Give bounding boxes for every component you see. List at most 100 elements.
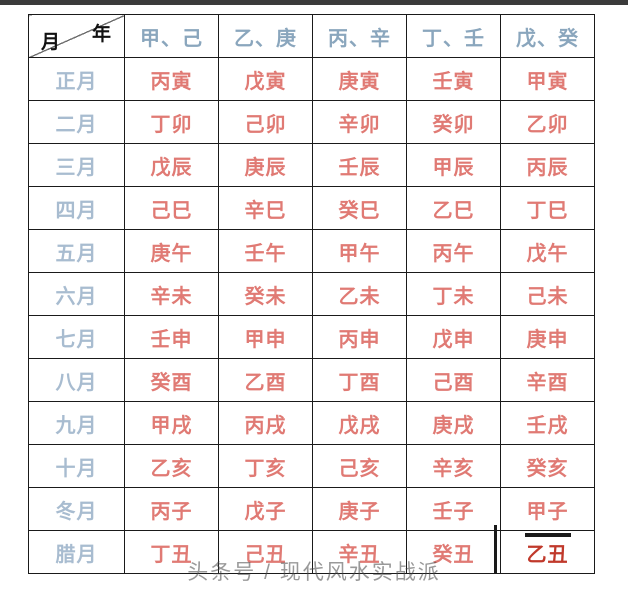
- cell-text: 乙丑: [526, 543, 569, 566]
- row-header-month-1: 二月: [28, 100, 125, 144]
- row-header-month-8: 九月: [28, 401, 125, 445]
- row-header-month-3: 四月: [28, 186, 125, 230]
- table-row: 正月 丙寅 戊寅 庚寅 壬寅 甲寅: [28, 57, 595, 101]
- cell-r9-c0: 乙亥: [124, 444, 219, 488]
- cell-r4-c2: 甲午: [312, 229, 407, 273]
- cell-r10-c4: 甲子: [500, 487, 595, 531]
- row-header-month-2: 三月: [28, 143, 125, 187]
- top-dark-bar: [0, 0, 628, 5]
- cell-r10-c3: 壬子: [406, 487, 501, 531]
- column-header-2: 丙、辛: [312, 14, 407, 58]
- cell-r1-c2: 辛卯: [312, 100, 407, 144]
- ganzhi-table-container: 年月甲、己 乙、庚 丙、辛 丁、壬 戊、癸 正月 丙寅 戊寅 庚寅 壬寅 甲寅 二月 丁卯 己卯 辛卯 癸卯乙…: [28, 14, 595, 574]
- cell-r11-c2: 辛丑: [312, 530, 407, 574]
- column-header-4: 戊、癸: [500, 14, 595, 58]
- corner-header-cell: 年月: [28, 14, 125, 58]
- cell-r3-c4: 丁巳: [500, 186, 595, 230]
- cell-r3-c2: 癸巳: [312, 186, 407, 230]
- cell-r10-c1: 戊子: [218, 487, 313, 531]
- table-row: 冬月 丙子 戊子 庚子 壬子 甲子: [28, 487, 595, 531]
- cell-r3-c3: 乙巳: [406, 186, 501, 230]
- cell-r5-c2: 乙未: [312, 272, 407, 316]
- cell-r1-c3: 癸卯: [406, 100, 501, 144]
- column-header-3: 丁、壬: [406, 14, 501, 58]
- cell-r2-c1: 庚辰: [218, 143, 313, 187]
- cell-r5-c1: 癸未: [218, 272, 313, 316]
- table-row: 十月 乙亥 丁亥 己亥 辛亥 癸亥: [28, 444, 595, 488]
- cell-r0-c0: 丙寅: [124, 57, 219, 101]
- cell-r11-c3: 癸丑: [406, 530, 501, 574]
- emphasis-top-mark: [524, 533, 571, 537]
- cell-r6-c0: 壬申: [124, 315, 219, 359]
- cell-r1-c0: 丁卯: [124, 100, 219, 144]
- table-row: 五月 庚午 壬午 甲午 丙午 戊午: [28, 229, 595, 273]
- column-header-1: 乙、庚: [218, 14, 313, 58]
- cell-r8-c4: 壬戌: [500, 401, 595, 445]
- cell-r11-c0: 丁丑: [124, 530, 219, 574]
- corner-year-label: 年: [91, 24, 112, 45]
- table-row: 八月 癸酉 乙酉 丁酉 己酉 辛酉: [28, 358, 595, 402]
- cell-r3-c0: 己巳: [124, 186, 219, 230]
- cell-r9-c1: 丁亥: [218, 444, 313, 488]
- cell-r2-c0: 戊辰: [124, 143, 219, 187]
- column-header-0: 甲、己: [124, 14, 219, 58]
- cell-r0-c3: 壬寅: [406, 57, 501, 101]
- row-header-month-4: 五月: [28, 229, 125, 273]
- table-row: 二月 丁卯 己卯 辛卯 癸卯 乙卯: [28, 100, 595, 144]
- corner-month-label: 月: [41, 32, 62, 53]
- table-row: 九月 甲戌 丙戌 戊戌 庚戌 壬戌: [28, 401, 595, 445]
- cell-r0-c2: 庚寅: [312, 57, 407, 101]
- cell-r10-c2: 庚子: [312, 487, 407, 531]
- cell-r9-c4: 癸亥: [500, 444, 595, 488]
- cell-r5-c4: 己未: [500, 272, 595, 316]
- row-header-month-11: 腊月: [28, 530, 125, 574]
- cell-r10-c0: 丙子: [124, 487, 219, 531]
- cell-r6-c3: 戊申: [406, 315, 501, 359]
- table-row: 四月 己巳 辛巳 癸巳 乙巳 丁巳: [28, 186, 595, 230]
- cell-r11-c4: 乙丑: [494, 525, 595, 574]
- cell-r8-c2: 戊戌: [312, 401, 407, 445]
- cell-r5-c3: 丁未: [406, 272, 501, 316]
- table-row: 七月 壬申 甲申 丙申 戊申 庚申: [28, 315, 595, 359]
- cell-r7-c3: 己酉: [406, 358, 501, 402]
- cell-r5-c0: 辛未: [124, 272, 219, 316]
- cell-r7-c0: 癸酉: [124, 358, 219, 402]
- cell-r7-c4: 辛酉: [500, 358, 595, 402]
- table-header-row: 年月甲、己 乙、庚 丙、辛 丁、壬 戊、癸: [28, 14, 595, 58]
- cell-r4-c4: 戊午: [500, 229, 595, 273]
- cell-r2-c3: 甲辰: [406, 143, 501, 187]
- cell-r7-c2: 丁酉: [312, 358, 407, 402]
- cell-r3-c1: 辛巳: [218, 186, 313, 230]
- cell-r4-c0: 庚午: [124, 229, 219, 273]
- cell-r2-c2: 壬辰: [312, 143, 407, 187]
- row-header-month-0: 正月: [28, 57, 125, 101]
- cell-r7-c1: 乙酉: [218, 358, 313, 402]
- cell-r8-c3: 庚戌: [406, 401, 501, 445]
- cell-r4-c1: 壬午: [218, 229, 313, 273]
- emphasis-left-mark: [494, 525, 497, 573]
- cell-r8-c1: 丙戌: [218, 401, 313, 445]
- cell-r0-c4: 甲寅: [500, 57, 595, 101]
- cell-r11-c1: 己丑: [218, 530, 313, 574]
- cell-r6-c1: 甲申: [218, 315, 313, 359]
- cell-r0-c1: 戊寅: [218, 57, 313, 101]
- row-header-month-5: 六月: [28, 272, 125, 316]
- table-row: 腊月 丁丑 己丑 辛丑 癸丑 乙丑: [28, 525, 595, 574]
- row-header-month-10: 冬月: [28, 487, 125, 531]
- cell-r6-c2: 丙申: [312, 315, 407, 359]
- table-row: 三月 戊辰 庚辰 壬辰 甲辰 丙辰: [28, 143, 595, 187]
- cell-r9-c2: 己亥: [312, 444, 407, 488]
- cell-r1-c1: 己卯: [218, 100, 313, 144]
- cell-r8-c0: 甲戌: [124, 401, 219, 445]
- cell-r9-c3: 辛亥: [406, 444, 501, 488]
- row-header-month-7: 八月: [28, 358, 125, 402]
- table-body: 年月甲、己 乙、庚 丙、辛 丁、壬 戊、癸 正月 丙寅 戊寅 庚寅 壬寅 甲寅 二月 丁卯 己卯 辛卯 癸卯乙…: [28, 14, 595, 574]
- table-row: 六月 辛未 癸未 乙未 丁未 己未: [28, 272, 595, 316]
- cell-r2-c4: 丙辰: [500, 143, 595, 187]
- row-header-month-9: 十月: [28, 444, 125, 488]
- row-header-month-6: 七月: [28, 315, 125, 359]
- cell-r4-c3: 丙午: [406, 229, 501, 273]
- cell-r1-c4: 乙卯: [500, 100, 595, 144]
- month-stem-branch-table: 年月甲、己 乙、庚 丙、辛 丁、壬 戊、癸 正月 丙寅 戊寅 庚寅 壬寅 甲寅 二月 丁卯 己卯 辛卯 癸卯乙…: [28, 14, 595, 574]
- cell-r6-c4: 庚申: [500, 315, 595, 359]
